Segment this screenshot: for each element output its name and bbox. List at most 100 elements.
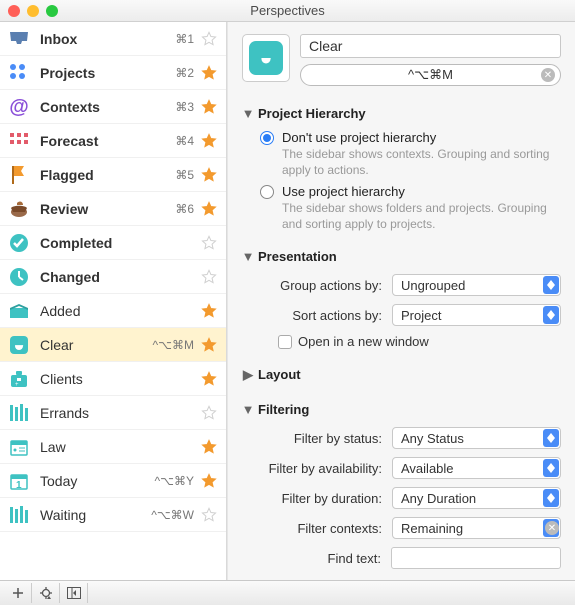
sidebar-item-today[interactable]: 1Today^⌥⌘Y [0,464,226,498]
sidebar-item-shortcut: ^⌥⌘Y [155,474,194,488]
sidebar-item-law[interactable]: Law [0,430,226,464]
filter-select-2[interactable]: Any Duration [392,487,561,509]
clear-filter-icon[interactable]: ✕ [545,521,559,535]
inbox-icon [6,26,32,52]
radio-subtext: The sidebar shows contexts. Grouping and… [282,147,561,178]
clear-shortcut-icon[interactable]: ✕ [541,68,555,82]
minimize-icon[interactable] [27,5,39,17]
sidebar-item-clients[interactable]: +Clients [0,362,226,396]
traffic-lights [8,5,58,17]
zoom-icon[interactable] [46,5,58,17]
favorite-star-icon[interactable] [200,336,218,354]
favorite-star-icon[interactable] [200,166,218,184]
sidebar-item-label: Law [40,439,200,455]
favorite-star-icon[interactable] [200,472,218,490]
perspective-name-field[interactable]: Clear [300,34,561,58]
findtext-input[interactable] [391,547,561,569]
filter-select-3[interactable]: Remaining [392,517,561,539]
section-header[interactable]: ▼ Presentation [242,243,561,270]
law-icon [6,434,32,460]
favorite-star-icon[interactable] [200,30,218,48]
stepper-arrows-icon [543,489,559,507]
sidebar-item-projects[interactable]: Projects⌘2 [0,56,226,90]
sidebar-item-changed[interactable]: Changed [0,260,226,294]
sidebar-item-flagged[interactable]: Flagged⌘5 [0,158,226,192]
favorite-star-icon[interactable] [200,98,218,116]
new-window-label: Open in a new window [298,334,429,349]
group-by-value: Ungrouped [401,278,465,293]
perspective-name-value: Clear [309,38,342,54]
shortcut-field[interactable]: ^⌥⌘M ✕ [300,64,561,86]
sidebar-item-waiting[interactable]: Waiting^⌥⌘W [0,498,226,532]
toggle-sidebar-button[interactable] [60,583,88,603]
sort-by-select[interactable]: Project [392,304,561,326]
section-title: Layout [258,367,301,382]
sidebar-item-errands[interactable]: Errands [0,396,226,430]
sidebar-item-label: Review [40,201,175,217]
disclosure-down-icon: ▼ [242,251,254,263]
add-button[interactable] [4,583,32,603]
sidebar-item-contexts[interactable]: @Contexts⌘3 [0,90,226,124]
favorite-star-icon[interactable] [200,64,218,82]
stepper-arrows-icon [543,276,559,294]
bottom-toolbar [0,580,575,605]
group-by-label: Group actions by: [260,278,392,293]
sidebar-item-label: Completed [40,235,200,251]
group-by-select[interactable]: Ungrouped [392,274,561,296]
forecast-icon [6,128,32,154]
new-window-checkbox[interactable] [278,335,292,349]
section-presentation: ▼ Presentation Group actions by: Ungroup… [242,243,561,353]
section-title: Project Hierarchy [258,106,366,121]
section-header[interactable]: ▼ Filtering [242,396,561,423]
favorite-star-icon[interactable] [200,268,218,286]
favorite-star-icon[interactable] [200,404,218,422]
radio-subtext: The sidebar shows folders and projects. … [282,201,561,232]
favorite-star-icon[interactable] [200,506,218,524]
section-header[interactable]: ▶ Layout [242,361,561,388]
sort-by-label: Sort actions by: [260,308,392,323]
sidebar-item-forecast[interactable]: Forecast⌘4 [0,124,226,158]
favorite-star-icon[interactable] [200,438,218,456]
close-icon[interactable] [8,5,20,17]
radio-button[interactable] [260,131,274,145]
sidebar-item-label: Errands [40,405,200,421]
filter-label: Filter by availability: [260,461,392,476]
sidebar-item-added[interactable]: Added [0,294,226,328]
sidebar-item-shortcut: ⌘6 [175,202,194,216]
filter-label: Filter contexts: [260,521,392,536]
action-menu-button[interactable] [32,583,60,603]
sidebar-item-label: Forecast [40,133,175,149]
filter-select-0[interactable]: Any Status [392,427,561,449]
sidebar-item-label: Contexts [40,99,175,115]
section-layout: ▶ Layout [242,361,561,388]
radio-button[interactable] [260,185,274,199]
sidebar: Inbox⌘1Projects⌘2@Contexts⌘3Forecast⌘4Fl… [0,22,227,580]
sidebar-item-shortcut: ⌘2 [175,66,194,80]
sidebar-item-review[interactable]: Review⌘6 [0,192,226,226]
section-project-hierarchy: ▼ Project Hierarchy Don't use project hi… [242,100,561,235]
radio-label: Use project hierarchy [282,184,561,199]
perspective-icon-well[interactable] [242,34,290,82]
favorite-star-icon[interactable] [200,132,218,150]
section-header[interactable]: ▼ Project Hierarchy [242,100,561,127]
favorite-star-icon[interactable] [200,234,218,252]
sidebar-item-clear[interactable]: Clear^⌥⌘M [0,328,226,362]
editor-panel: Clear ^⌥⌘M ✕ ▼ Project Hierarchy Don't u… [227,22,575,580]
sidebar-item-label: Waiting [40,507,151,523]
favorite-star-icon[interactable] [200,302,218,320]
favorite-star-icon[interactable] [200,200,218,218]
sidebar-item-inbox[interactable]: Inbox⌘1 [0,22,226,56]
sidebar-item-label: Projects [40,65,175,81]
review-icon [6,196,32,222]
svg-text:1: 1 [16,480,22,491]
sidebar-item-completed[interactable]: Completed [0,226,226,260]
hierarchy-option-1[interactable]: Use project hierarchy The sidebar shows f… [260,181,561,235]
filter-value: Remaining [401,521,463,536]
disclosure-right-icon: ▶ [242,369,254,381]
sidebar-item-shortcut: ^⌥⌘M [153,338,194,352]
filter-label: Filter by duration: [260,491,392,506]
filter-select-1[interactable]: Available [392,457,561,479]
hierarchy-option-0[interactable]: Don't use project hierarchyThe sidebar s… [260,127,561,181]
favorite-star-icon[interactable] [200,370,218,388]
window-title: Perspectives [0,3,575,18]
